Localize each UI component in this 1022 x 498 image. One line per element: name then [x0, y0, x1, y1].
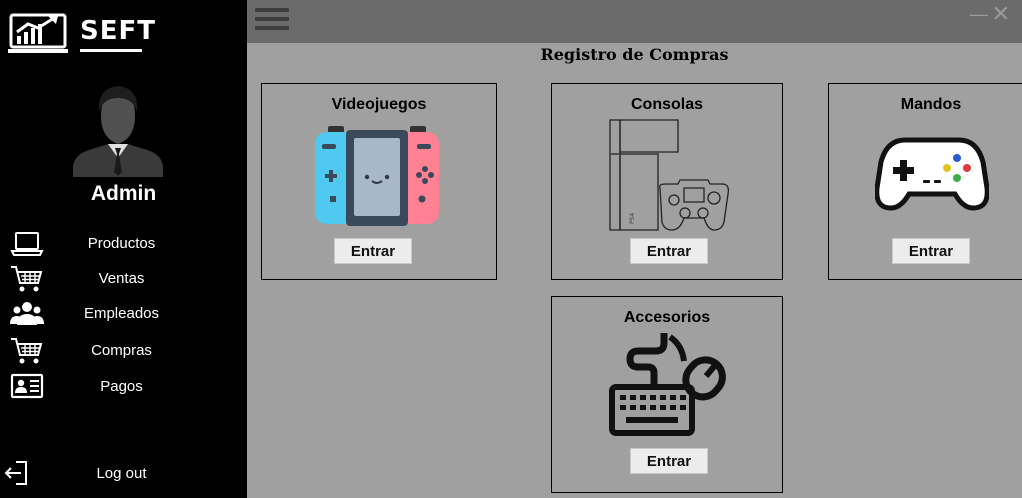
logout-label: Log out: [96, 465, 147, 482]
card-title: Videojuegos: [331, 96, 427, 113]
sidebar-item-ventas[interactable]: Ventas: [0, 264, 247, 294]
card-videojuegos: Videojuegos Entrar: [261, 83, 497, 280]
card-title: Consolas: [630, 96, 703, 113]
close-icon[interactable]: ✕: [992, 1, 1010, 27]
hamburger-menu-icon[interactable]: [255, 8, 289, 34]
card-mandos: Mandos Entrar: [828, 83, 1022, 280]
card-accesorios: Accesorios Entrar: [551, 296, 783, 493]
user-name: Admin: [90, 182, 157, 205]
sidebar: SEFT Admin Productos Ventas Empleados Co…: [0, 0, 247, 498]
sidebar-item-label: Pagos: [100, 378, 143, 395]
nintendo-switch-icon: [315, 126, 439, 226]
keyboard-mouse-icon: [609, 333, 726, 436]
enter-button-mandos[interactable]: Entrar: [892, 238, 970, 264]
sidebar-item-label: Ventas: [98, 270, 145, 287]
sidebar-item-label: Compras: [91, 342, 152, 359]
brand-name: SEFT: [80, 16, 156, 46]
user-avatar-icon: [73, 86, 163, 177]
enter-button-consolas[interactable]: Entrar: [630, 238, 708, 264]
sidebar-item-pagos[interactable]: Pagos: [0, 372, 247, 402]
top-bar: — ✕: [247, 0, 1022, 43]
enter-button-accesorios[interactable]: Entrar: [630, 448, 708, 474]
enter-button-videojuegos[interactable]: Entrar: [334, 238, 412, 264]
minimize-icon[interactable]: —: [970, 4, 988, 25]
logout-button[interactable]: Log out: [0, 459, 247, 489]
sidebar-item-label: Empleados: [83, 305, 160, 322]
chart-logo-icon: [8, 13, 68, 53]
sidebar-item-empleados[interactable]: Empleados: [0, 299, 247, 329]
svg-text:PS4: PS4: [629, 213, 636, 224]
card-title: Mandos: [900, 96, 962, 113]
gamepad-icon: [875, 137, 989, 211]
card-consolas: Consolas PS4 Entrar: [551, 83, 783, 280]
console-gamepad-icon: PS4: [609, 119, 730, 231]
card-title: Accesorios: [623, 309, 711, 326]
brand-underline: [80, 49, 142, 52]
page-title: Registro de Compras: [540, 45, 729, 64]
sidebar-item-productos[interactable]: Productos: [0, 229, 247, 259]
sidebar-item-label: Productos: [87, 235, 156, 252]
sidebar-item-compras[interactable]: Compras: [0, 336, 247, 366]
app-logo: SEFT: [8, 12, 155, 56]
